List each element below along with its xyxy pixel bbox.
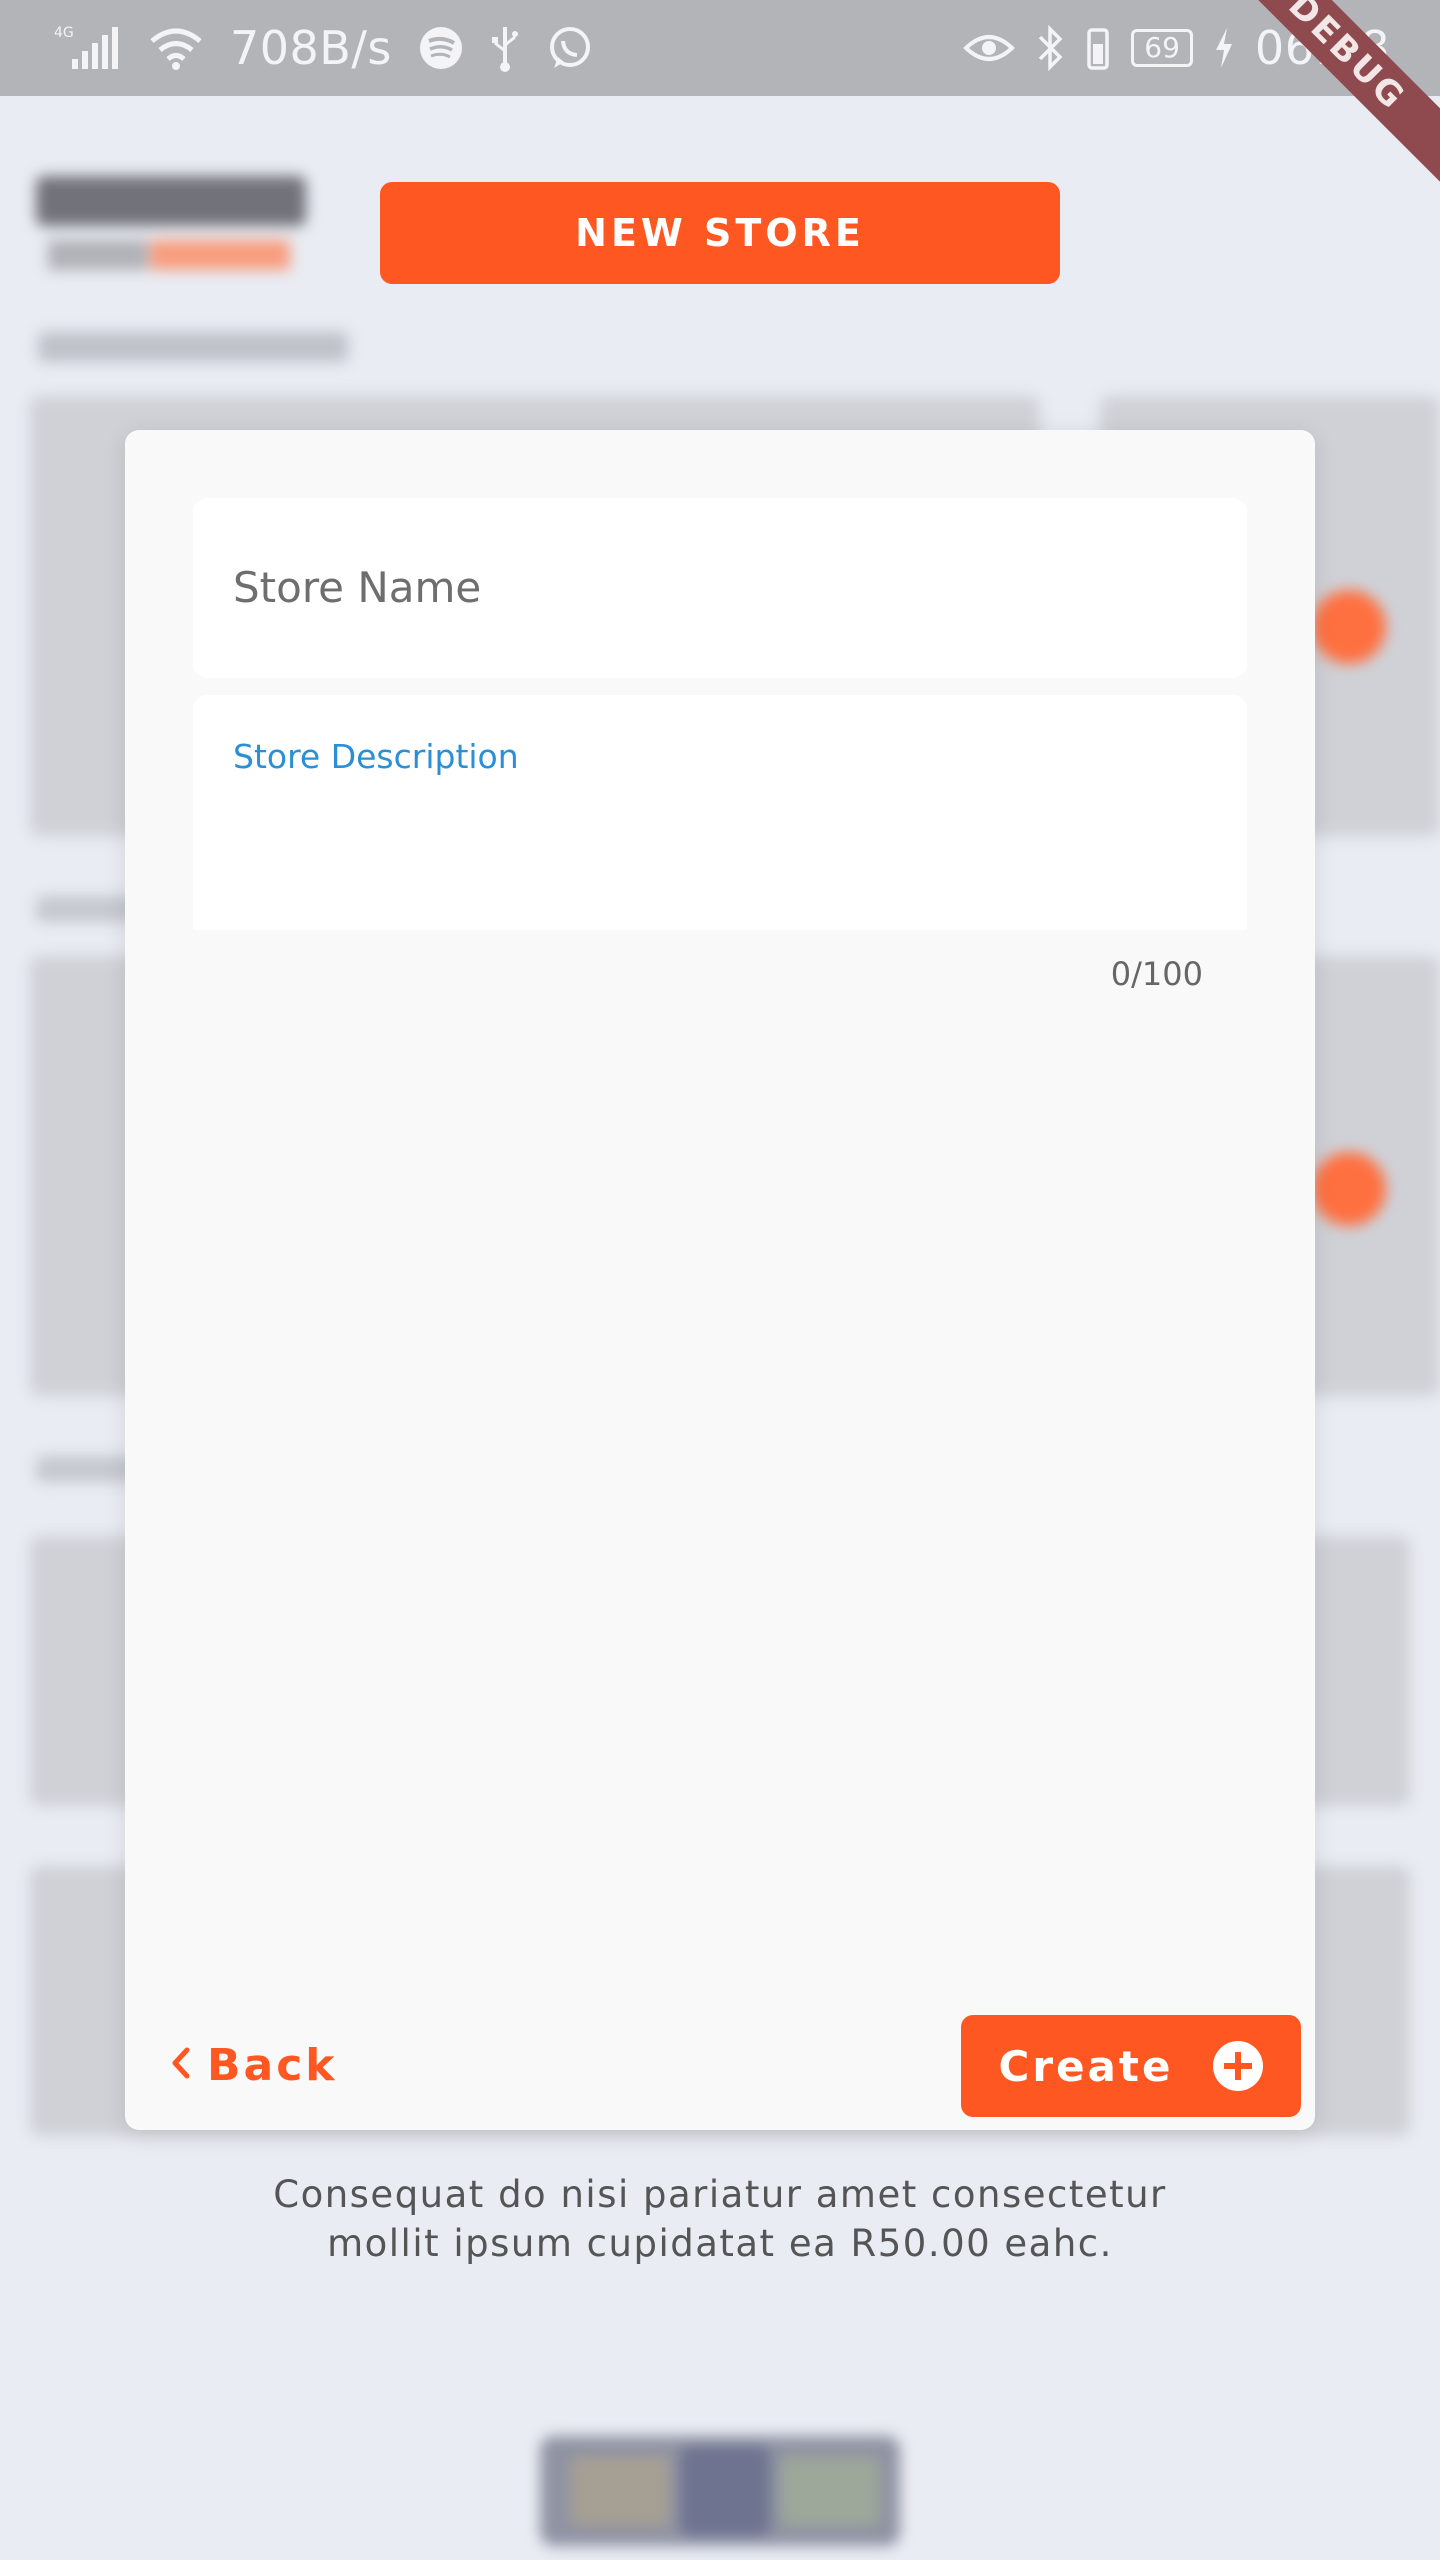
footer-line-2: mollit ipsum cupidatat ea R50.00 eahc.: [327, 2222, 1113, 2265]
store-name-placeholder: Store Name: [233, 563, 482, 612]
background-fab: [1312, 1152, 1386, 1226]
battery-level: 69: [1131, 29, 1193, 67]
background-fab: [1312, 590, 1386, 664]
background-logo: [36, 176, 306, 226]
back-label: Back: [207, 2039, 338, 2091]
charging-icon: [1213, 26, 1235, 70]
create-label: Create: [998, 2041, 1174, 2091]
wifi-icon: [148, 25, 204, 71]
usb-icon: [490, 23, 520, 73]
vibrate-icon: [1085, 24, 1111, 72]
new-store-button[interactable]: NEW STORE: [380, 182, 1060, 284]
signal-icon: 4G: [52, 23, 122, 73]
spotify-icon: [418, 25, 464, 71]
store-footer-description: Consequat do nisi pariatur amet consecte…: [200, 2170, 1240, 2268]
back-button[interactable]: Back: [169, 2030, 338, 2100]
bluetooth-icon: [1035, 23, 1065, 73]
background-breadcrumb: [38, 332, 348, 362]
chevron-left-icon: [169, 2040, 193, 2091]
footer-line-1: Consequat do nisi pariatur amet consecte…: [273, 2173, 1167, 2216]
create-button[interactable]: Create: [961, 2015, 1301, 2117]
battery-icon: 69: [1131, 29, 1193, 67]
network-type-label: 4G: [54, 25, 74, 41]
background-bottom-image: [540, 2436, 900, 2546]
store-description-label: Store Description: [233, 737, 519, 776]
store-description-field[interactable]: Store Description: [193, 695, 1247, 930]
plus-circle-icon: [1213, 2041, 1264, 2091]
background-logo-accent: [150, 240, 290, 270]
background-logo-sub: [48, 240, 148, 270]
store-name-field[interactable]: Store Name: [193, 498, 1247, 678]
character-counter: 0/100: [1110, 955, 1203, 993]
new-store-dialog: Store Name Store Description 0/100 Back …: [125, 430, 1315, 2130]
status-bar: 4G 708B/s 69 DEBUG: [0, 0, 1440, 188]
eye-icon: [963, 28, 1016, 68]
whatsapp-icon: [546, 24, 594, 72]
network-speed: 708B/s: [230, 21, 392, 75]
